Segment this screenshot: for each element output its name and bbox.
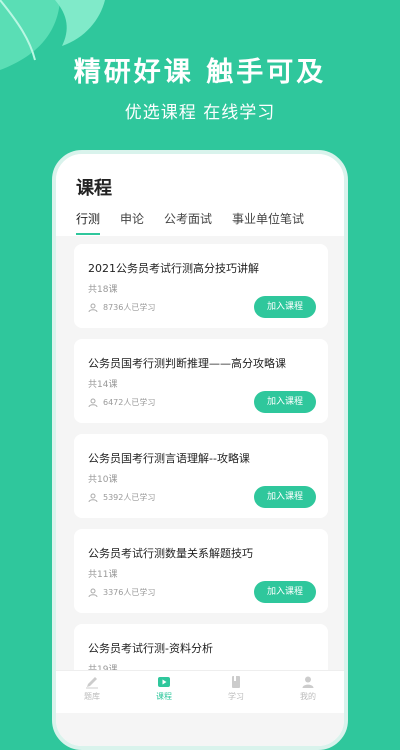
phone-frame: 课程 行测 申论 公考面试 事业单位笔试 2021公务员考试行测高分技巧讲解 共…	[52, 150, 348, 750]
course-card[interactable]: 公务员考试行测数量关系解题技巧 共11课 3376人已学习 加入课程	[74, 529, 328, 613]
learner-count: 8736人已学习	[88, 302, 155, 313]
course-title: 公务员考试行测-资料分析	[88, 642, 213, 655]
learner-count-text: 3376人已学习	[103, 588, 156, 597]
nav-item-study[interactable]: 学习	[211, 671, 261, 702]
tab-interview[interactable]: 公考面试	[164, 210, 212, 235]
banner-headline: 精研好课 触手可及	[73, 57, 327, 88]
play-icon	[158, 677, 170, 687]
tab-xingce[interactable]: 行测	[76, 210, 101, 235]
join-course-button[interactable]: 加入课程	[254, 391, 316, 413]
course-title: 公务员国考行测言语理解--攻略课	[88, 452, 250, 465]
course-card[interactable]: 2021公务员考试行测高分技巧讲解 共18课 8736人已学习 加入课程	[74, 244, 328, 328]
category-tabs: 行测 申论 公考面试 事业单位笔试	[76, 210, 324, 235]
bottom-navigation: 题库 课程 学习 我的	[56, 670, 344, 713]
user-icon	[88, 493, 98, 502]
screen-header: 课程 行测 申论 公考面试 事业单位笔试	[56, 154, 344, 236]
book-icon	[232, 676, 240, 688]
tab-institution-exam[interactable]: 事业单位笔试	[232, 210, 304, 235]
course-card[interactable]: 公务员国考行测判断推理——高分攻略课 共14课 6472人已学习 加入课程	[74, 339, 328, 423]
course-title: 公务员国考行测判断推理——高分攻略课	[88, 357, 286, 370]
phone-screen: 课程 行测 申论 公考面试 事业单位笔试 2021公务员考试行测高分技巧讲解 共…	[56, 154, 344, 746]
tab-shenlun[interactable]: 申论	[120, 210, 144, 235]
course-card[interactable]: 公务员国考行测言语理解--攻略课 共10课 5392人已学习 加入课程	[74, 434, 328, 518]
learner-count-text: 5392人已学习	[103, 493, 156, 502]
nav-label: 学习	[228, 692, 244, 701]
learner-count: 5392人已学习	[88, 492, 155, 503]
join-course-button[interactable]: 加入课程	[254, 296, 316, 318]
nav-label: 题库	[84, 692, 100, 701]
learner-count-text: 8736人已学习	[103, 303, 156, 312]
user-icon	[88, 588, 98, 597]
pencil-icon	[86, 677, 98, 689]
course-title: 公务员考试行测数量关系解题技巧	[88, 547, 253, 560]
lesson-count: 共10课	[88, 475, 118, 485]
banner-subline: 优选课程 在线学习	[124, 103, 276, 123]
learner-count-text: 6472人已学习	[103, 398, 156, 407]
join-course-button[interactable]: 加入课程	[254, 581, 316, 603]
lesson-count: 共14课	[88, 380, 118, 390]
nav-label: 课程	[156, 692, 172, 701]
lesson-count: 共11课	[88, 570, 118, 580]
nav-label: 我的	[300, 692, 316, 701]
nav-item-question-bank[interactable]: 题库	[67, 671, 117, 702]
lesson-count: 共18课	[88, 285, 118, 295]
course-title: 2021公务员考试行测高分技巧讲解	[88, 262, 259, 275]
user-icon	[302, 676, 314, 688]
user-icon	[88, 398, 98, 407]
learner-count: 6472人已学习	[88, 397, 155, 408]
user-icon	[88, 303, 98, 312]
learner-count: 3376人已学习	[88, 587, 155, 598]
nav-item-courses[interactable]: 课程	[139, 671, 189, 702]
page-title: 课程	[76, 178, 112, 199]
nav-item-profile[interactable]: 我的	[283, 671, 333, 702]
join-course-button[interactable]: 加入课程	[254, 486, 316, 508]
